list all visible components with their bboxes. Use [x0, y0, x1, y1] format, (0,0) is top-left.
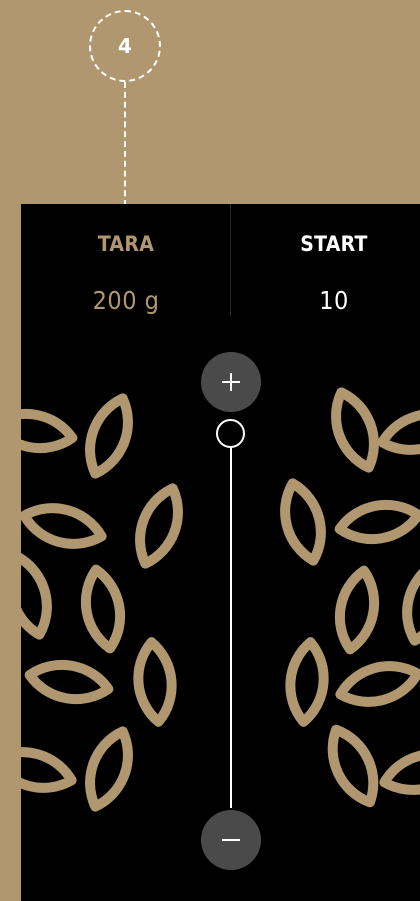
- leaf: [326, 387, 384, 473]
- leaf: [21, 408, 75, 454]
- decrease-button[interactable]: [201, 810, 261, 870]
- slider-track[interactable]: [230, 434, 232, 808]
- tara-label: TARA: [97, 232, 155, 256]
- tara-value[interactable]: 200 g: [46, 286, 206, 315]
- leaf: [336, 658, 420, 711]
- step-number: 4: [118, 34, 132, 58]
- start-label: START: [300, 232, 368, 256]
- leaf: [21, 553, 55, 639]
- callout-connector-line: [124, 82, 126, 216]
- minus-icon: [222, 839, 240, 841]
- leaf: [80, 393, 138, 479]
- leaf: [378, 406, 420, 459]
- leaf: [277, 479, 330, 565]
- leaf: [399, 559, 420, 645]
- start-value[interactable]: 10: [254, 286, 414, 315]
- device-panel: TARA 200 g START 10: [21, 204, 420, 901]
- leaf: [80, 726, 138, 812]
- leaf: [334, 568, 380, 653]
- leaf: [135, 641, 175, 724]
- leaf: [21, 500, 106, 553]
- column-divider: [230, 204, 231, 316]
- leaf: [337, 499, 420, 545]
- step-callout-badge: 4: [89, 10, 161, 82]
- plus-icon: [222, 373, 240, 391]
- leaf: [287, 641, 327, 724]
- leaf: [27, 659, 112, 705]
- increase-button[interactable]: [201, 352, 261, 412]
- leaf: [80, 567, 126, 652]
- leaf: [21, 744, 76, 797]
- leaf: [380, 746, 420, 799]
- leaf: [130, 483, 188, 569]
- leaf: [321, 723, 385, 809]
- slider-thumb[interactable]: [216, 419, 245, 448]
